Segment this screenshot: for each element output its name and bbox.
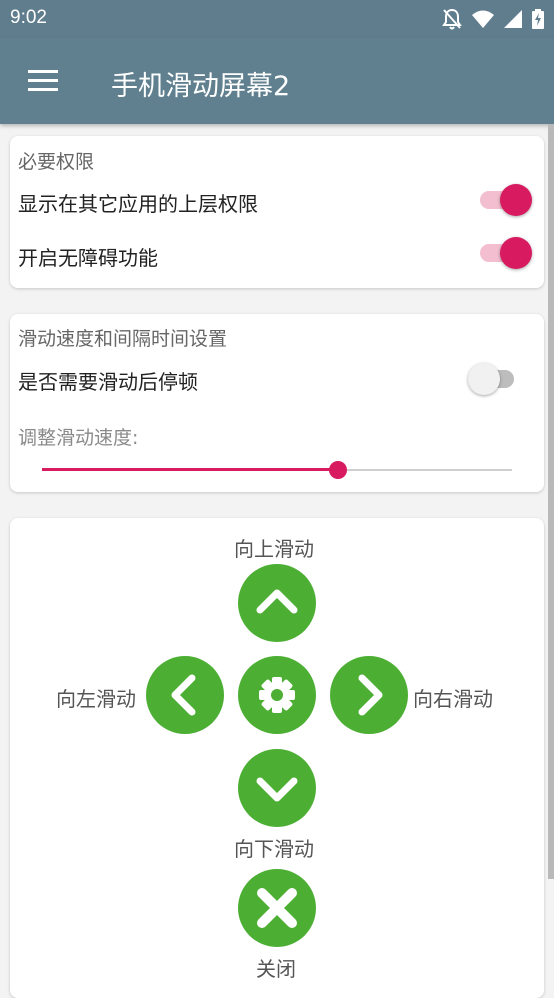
speed-slider[interactable]	[42, 458, 512, 482]
chevron-left-icon	[171, 674, 196, 716]
swipe-down-label: 向下滑动	[234, 837, 314, 861]
close-button[interactable]	[238, 869, 316, 947]
page-title: 手机滑动屏幕2	[111, 71, 291, 102]
hamburger-menu-icon[interactable]	[28, 70, 58, 92]
swipe-right-label: 向右滑动	[413, 687, 493, 711]
chevron-right-icon	[358, 674, 383, 716]
chevron-up-icon	[256, 589, 298, 614]
app-bar: 手机滑动屏幕2	[0, 38, 554, 124]
notifications-off-icon	[442, 8, 462, 30]
swipe-controls-card: 向上滑动 向左滑动 向右滑动 向下滑动 关闭	[10, 518, 544, 998]
speed-settings-card: 滑动速度和间隔时间设置 是否需要滑动后停顿 调整滑动速度:	[10, 314, 544, 492]
swipe-up-button[interactable]	[238, 564, 316, 642]
status-bar: 9:02	[0, 0, 554, 38]
swipe-left-button[interactable]	[146, 656, 224, 734]
settings-button[interactable]	[238, 656, 316, 734]
close-label: 关闭	[256, 957, 296, 981]
cellular-signal-icon	[504, 10, 522, 28]
speed-slider-thumb[interactable]	[329, 461, 347, 479]
accessibility-label: 开启无障碍功能	[18, 246, 158, 270]
overlay-permission-label: 显示在其它应用的上层权限	[18, 192, 258, 216]
close-icon	[257, 888, 297, 928]
scrollbar[interactable]	[548, 124, 554, 879]
overlay-permission-switch[interactable]	[480, 184, 532, 216]
swipe-up-label: 向上滑动	[234, 537, 314, 561]
gear-icon	[259, 677, 295, 713]
speed-slider-label: 调整滑动速度:	[18, 427, 139, 449]
permissions-header: 必要权限	[18, 151, 95, 173]
permissions-card: 必要权限 显示在其它应用的上层权限 开启无障碍功能	[10, 136, 544, 288]
status-icons	[442, 8, 544, 30]
wifi-icon	[472, 10, 494, 28]
swipe-down-button[interactable]	[238, 749, 316, 827]
speed-slider-fill	[42, 468, 338, 471]
status-time: 9:02	[10, 7, 47, 28]
pause-after-swipe-label: 是否需要滑动后停顿	[18, 370, 198, 394]
pause-after-swipe-switch[interactable]	[468, 363, 520, 395]
chevron-down-icon	[256, 777, 298, 802]
battery-charging-icon	[532, 9, 544, 29]
swipe-left-label: 向左滑动	[56, 687, 136, 711]
speed-settings-header: 滑动速度和间隔时间设置	[18, 328, 228, 350]
swipe-right-button[interactable]	[330, 656, 408, 734]
accessibility-switch[interactable]	[480, 237, 532, 269]
